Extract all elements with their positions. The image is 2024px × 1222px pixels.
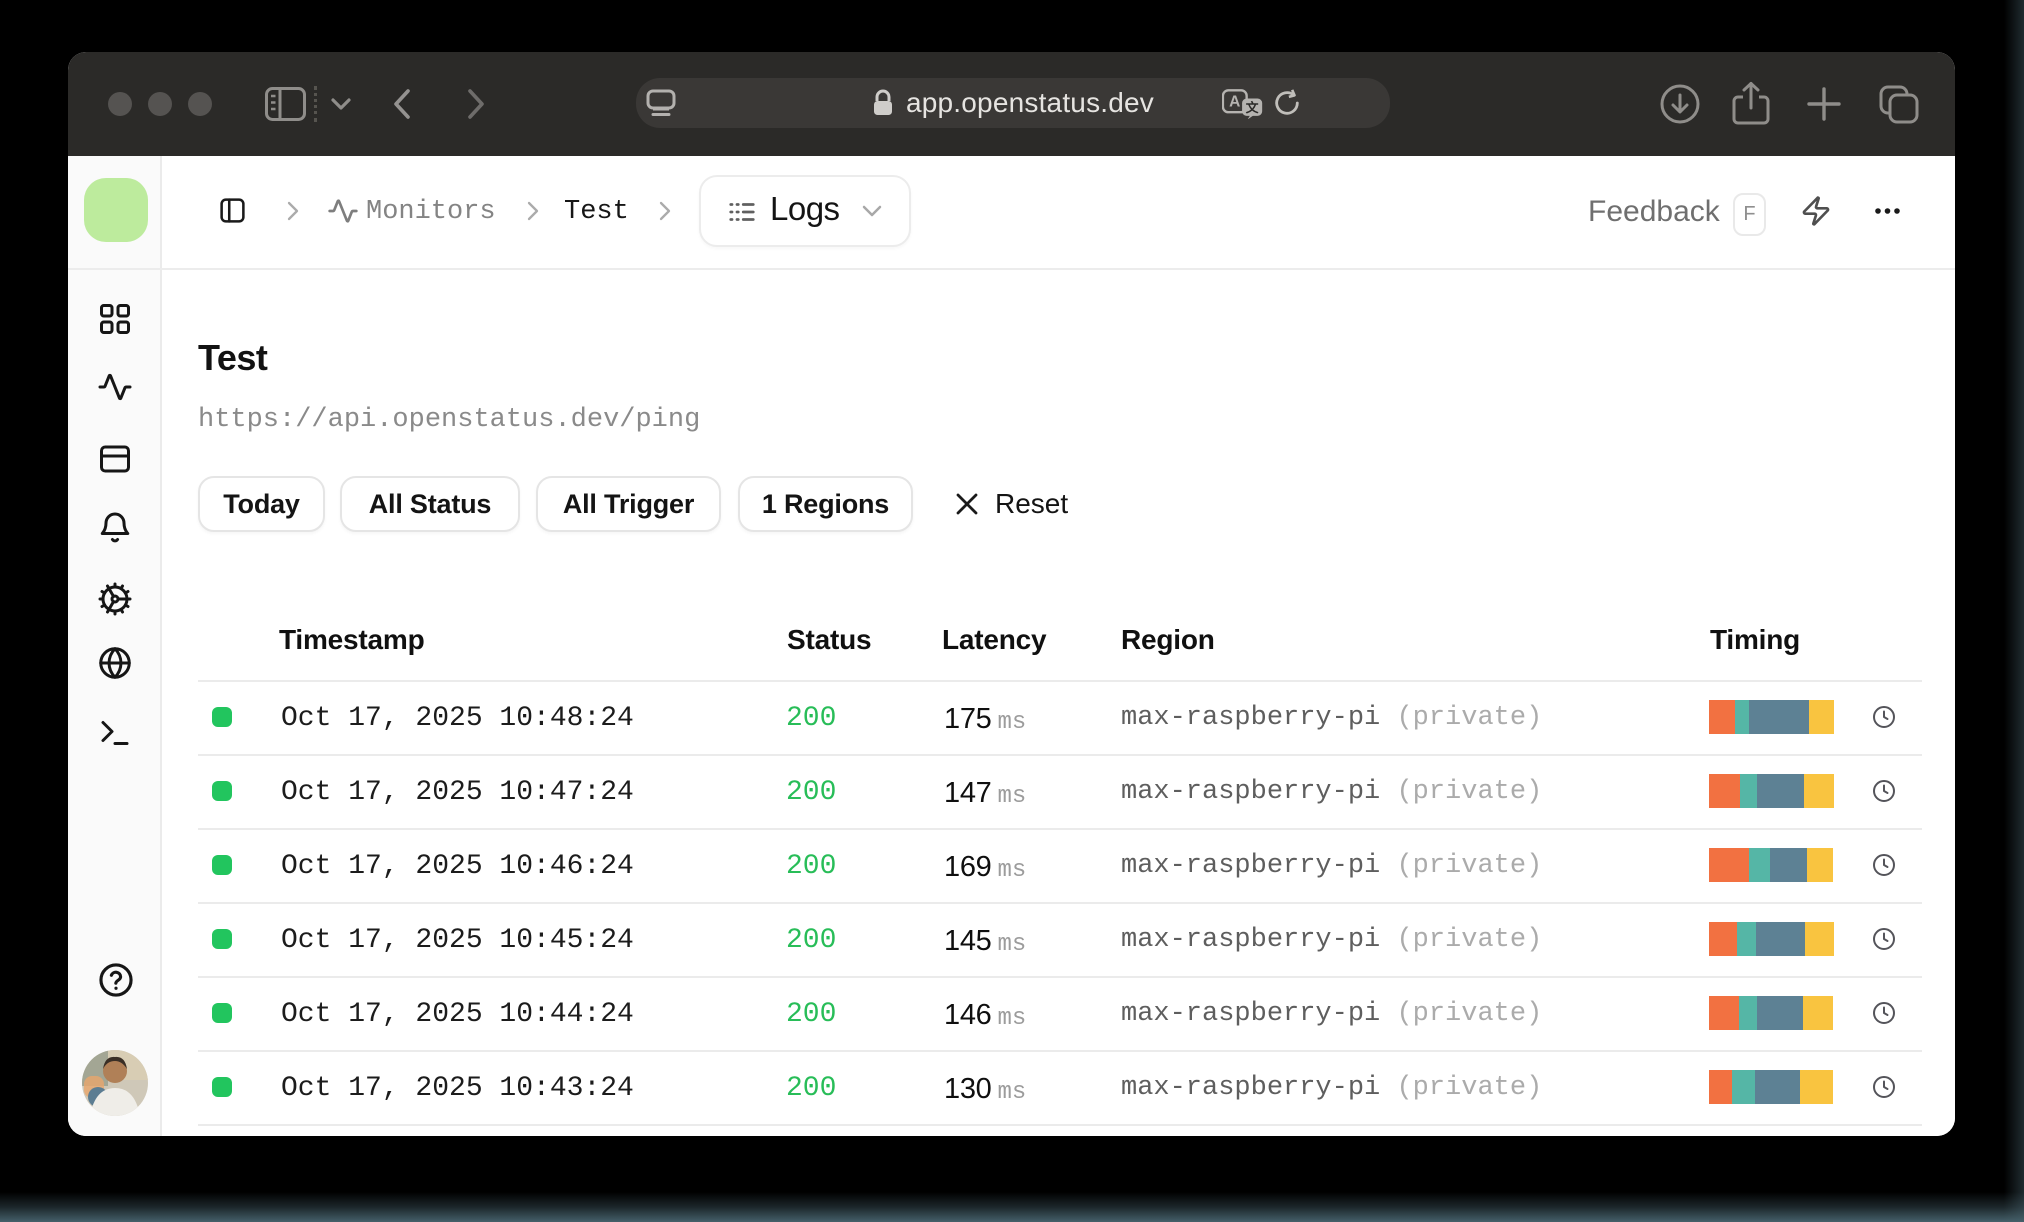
svg-text:文: 文 — [1246, 100, 1259, 115]
svg-text:A: A — [1229, 94, 1240, 111]
